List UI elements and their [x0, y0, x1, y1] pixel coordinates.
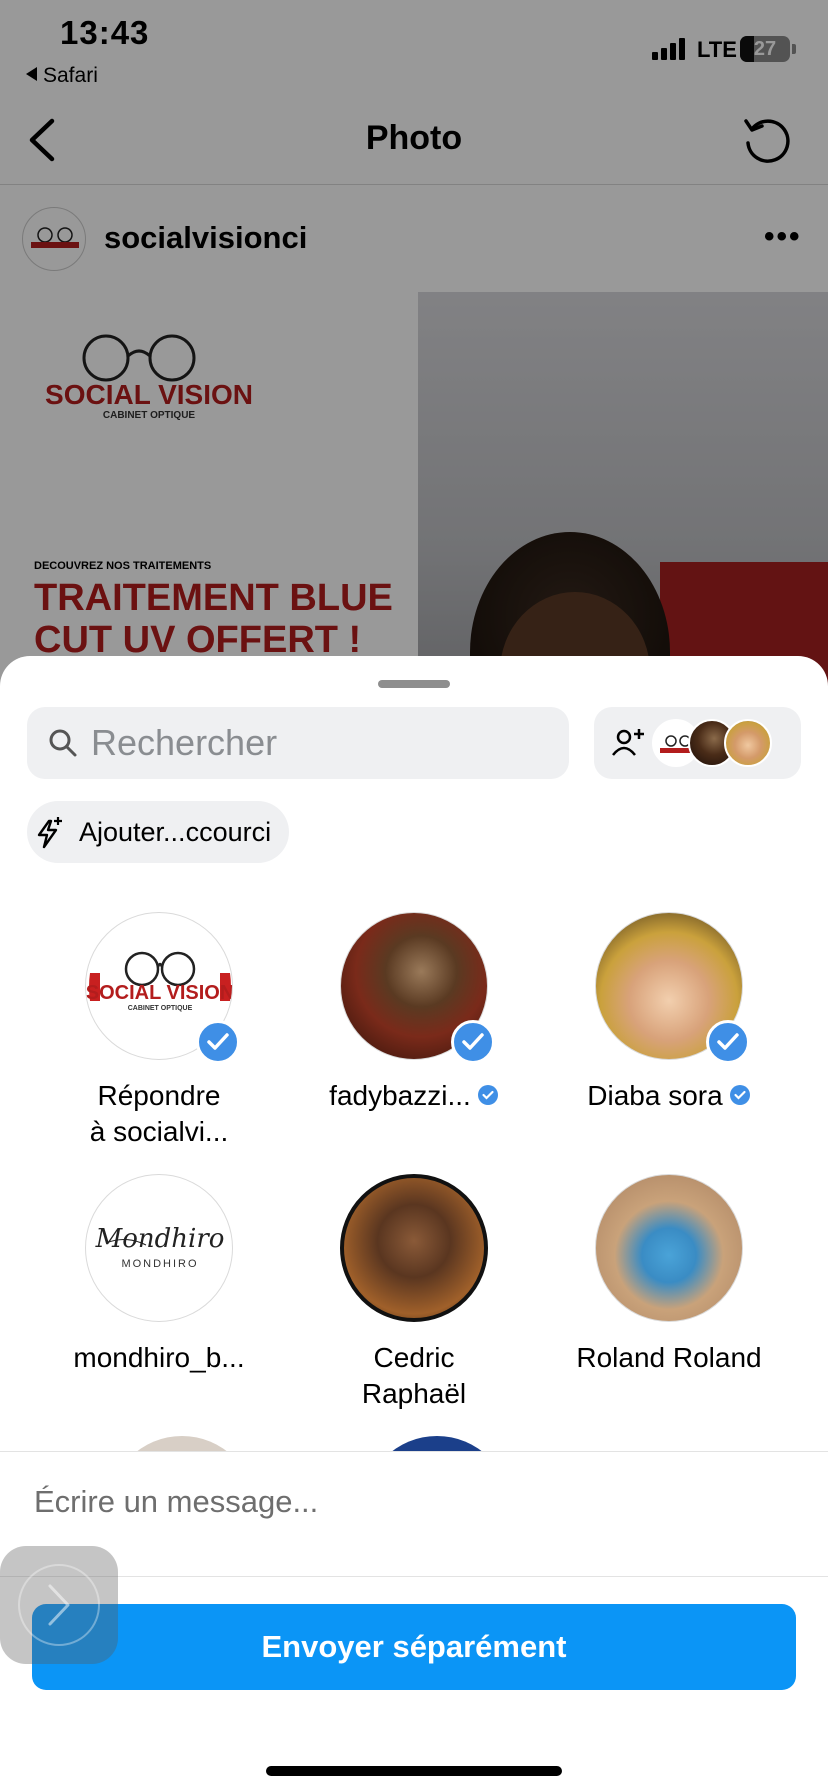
- contact-name-line-1: Roland Roland: [576, 1342, 762, 1373]
- contact-name: Répondre à socialvi...: [34, 1078, 284, 1150]
- add-people-icon: [612, 729, 644, 756]
- contact-name: Cedric Raphaël: [289, 1340, 539, 1412]
- add-shortcut-label: Ajouter...ccourci: [79, 817, 272, 847]
- contact-item[interactable]: Cedric Raphaël: [289, 1174, 539, 1412]
- contact-logo-sub: CABINET OPTIQUE: [128, 1005, 193, 1012]
- contact-name: mondhiro_b...: [34, 1340, 284, 1376]
- contact-item[interactable]: Mondhiro MONDHIRO mondhiro_b...: [34, 1174, 284, 1376]
- contact-name: Diaba sora: [544, 1078, 794, 1114]
- contact-avatar: [595, 1174, 743, 1322]
- contact-name: Roland Roland: [544, 1340, 794, 1376]
- contact-avatar: [340, 1174, 488, 1322]
- verified-badge-icon: [729, 1085, 750, 1105]
- share-sheet: Ajouter...ccourci SOCIAL VISION CABINET …: [0, 656, 828, 1792]
- chevron-right-icon: [48, 1584, 70, 1626]
- contact-item[interactable]: Diaba sora: [544, 912, 794, 1114]
- group-avatar-diaba: [724, 719, 772, 767]
- contact-name-line-1: fadybazzi...: [329, 1080, 471, 1111]
- search-field[interactable]: [27, 707, 569, 779]
- contact-name-line-2: à socialvi...: [89, 1116, 229, 1147]
- contact-name-line-1: Diaba sora: [587, 1080, 723, 1111]
- mondhiro-logo-script: Mondhiro: [95, 1224, 225, 1254]
- selected-check-icon: [196, 1020, 240, 1064]
- contact-name-line-1: Répondre: [97, 1080, 221, 1111]
- contact-logo-name: SOCIAL VISION: [86, 982, 233, 1004]
- search-input[interactable]: [91, 707, 551, 779]
- sheet-drag-handle[interactable]: [378, 680, 450, 688]
- message-input[interactable]: [34, 1480, 794, 1524]
- home-indicator[interactable]: [266, 1766, 562, 1776]
- create-group-button[interactable]: [594, 707, 801, 779]
- contact-item[interactable]: fadybazzi...: [289, 912, 539, 1114]
- sparkle-bolt-icon: [37, 817, 62, 849]
- add-shortcut-chip[interactable]: Ajouter...ccourci: [27, 801, 290, 863]
- contact-name: fadybazzi...: [289, 1078, 539, 1114]
- selected-check-icon: [706, 1020, 750, 1064]
- contact-avatar: Mondhiro MONDHIRO: [85, 1174, 233, 1322]
- mondhiro-logo-caps: MONDHIRO: [121, 1258, 198, 1270]
- selected-check-icon: [451, 1020, 495, 1064]
- contact-name-line-1: mondhiro_b...: [73, 1342, 245, 1373]
- contact-name-line-2: Raphaël: [361, 1378, 467, 1409]
- search-icon: [49, 729, 77, 757]
- contact-item[interactable]: SOCIAL VISION CABINET OPTIQUE Répondre à…: [34, 912, 284, 1150]
- send-separately-button[interactable]: Envoyer séparément: [32, 1604, 796, 1690]
- verified-badge-icon: [477, 1085, 498, 1105]
- message-area: [0, 1451, 828, 1577]
- assistive-touch-button[interactable]: [0, 1546, 118, 1664]
- contact-item[interactable]: Roland Roland: [544, 1174, 794, 1376]
- contact-name-line-1: Cedric: [373, 1342, 455, 1373]
